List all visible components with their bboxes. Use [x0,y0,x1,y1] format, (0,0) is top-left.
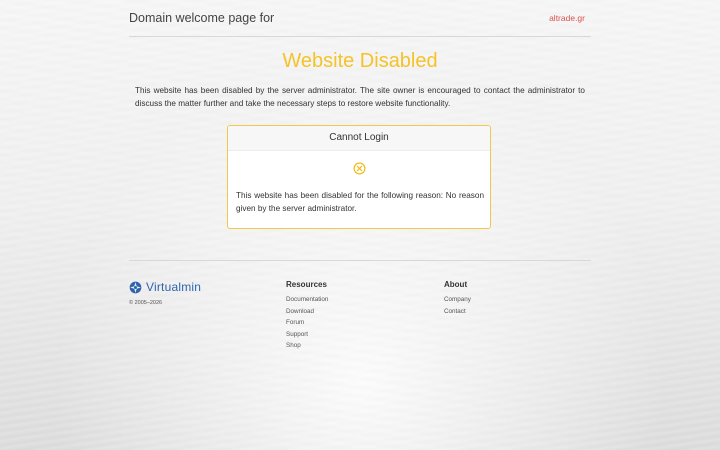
link-contact[interactable]: Contact [444,306,471,318]
link-support[interactable]: Support [286,329,328,341]
intro-text: This website has been disabled by the se… [135,86,585,108]
header-title: Domain welcome page for [129,11,275,25]
about-column: About Company Contact [444,280,471,317]
link-forum[interactable]: Forum [286,317,328,329]
copyright: © 2005–2026 [129,300,163,306]
header: Domain welcome page for altrade.gr [129,0,591,37]
circle-x-icon [353,162,366,175]
page: Domain welcome page for altrade.gr Websi… [129,0,591,450]
card-message: This website has been disabled for the f… [236,191,484,213]
domain-link[interactable]: altrade.gr [549,13,585,23]
about-title: About [444,280,468,289]
link-download[interactable]: Download [286,306,328,318]
resources-title: Resources [286,280,327,289]
card-title: Cannot Login [228,126,490,151]
link-documentation[interactable]: Documentation [286,294,328,306]
footer-divider [129,260,591,261]
link-shop[interactable]: Shop [286,340,328,352]
virtualmin-logo[interactable]: Virtualmin [129,280,201,294]
page-title: Website Disabled [282,50,438,72]
link-company[interactable]: Company [444,294,471,306]
brand-name: Virtualmin [146,280,202,294]
resources-column: Resources Documentation Download Forum S… [286,280,328,352]
cannot-login-card: Cannot Login This website has been disab… [227,125,491,229]
virtualmin-logo-icon [129,281,142,293]
